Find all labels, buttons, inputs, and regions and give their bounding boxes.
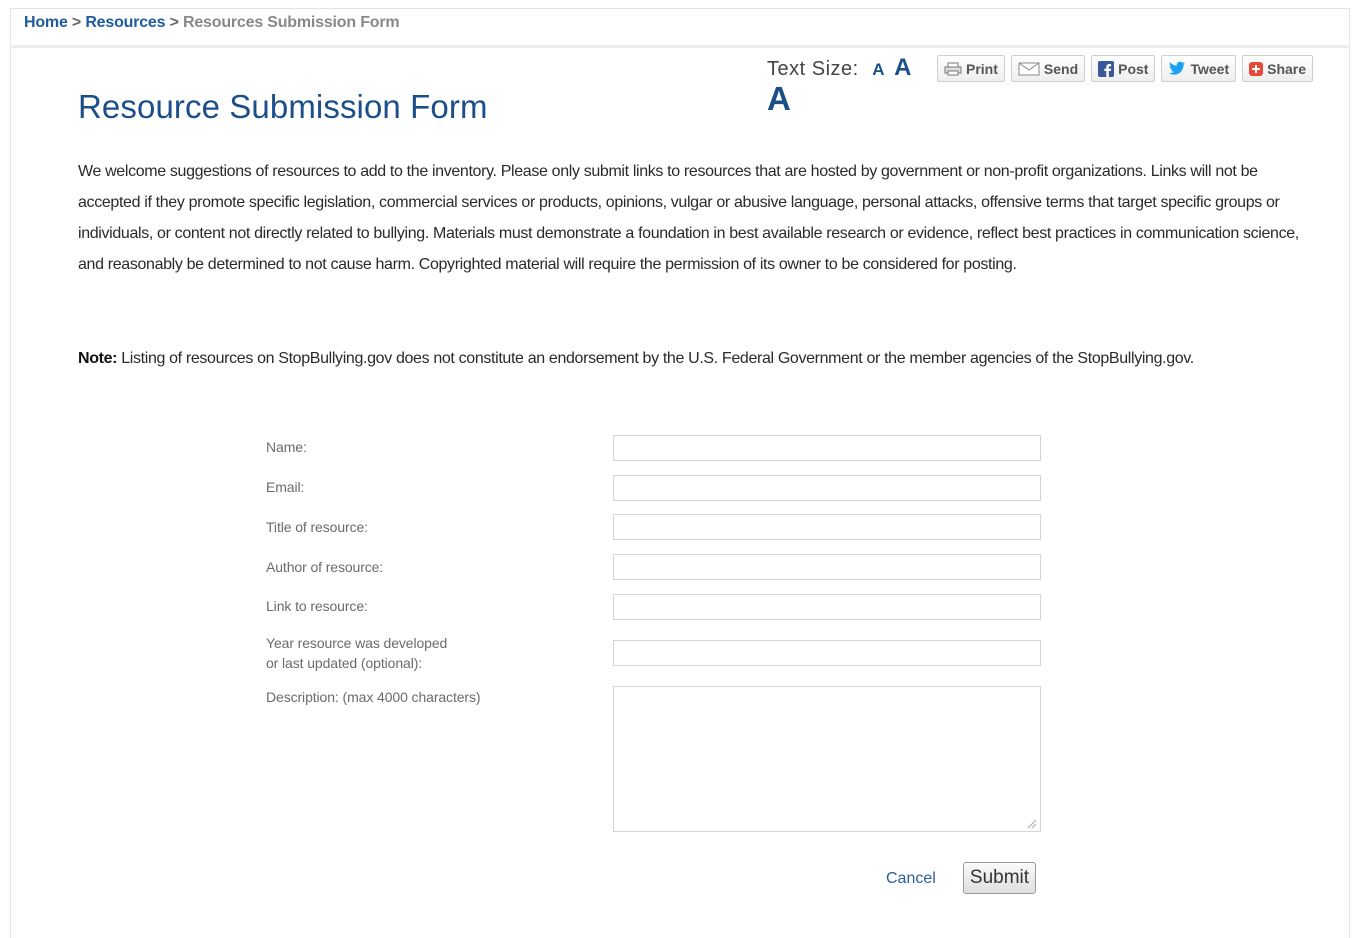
facebook-icon <box>1098 60 1115 77</box>
email-label: Email: <box>266 479 305 495</box>
share-plus-icon <box>1249 61 1264 76</box>
author-of-resource-label: Author of resource: <box>266 559 384 575</box>
note-paragraph: Note: Listing of resources on StopBullyi… <box>78 343 1278 374</box>
post-label: Post <box>1118 60 1149 77</box>
breadcrumb-home-link[interactable]: Home <box>24 14 68 31</box>
tweet-button[interactable]: Tweet <box>1161 55 1237 82</box>
breadcrumb-current: Resources Submission Form <box>183 14 400 31</box>
share-label: Share <box>1267 60 1307 77</box>
breadcrumb-resources-link[interactable]: Resources <box>85 14 165 31</box>
text-size-control: Text Size: A A A <box>767 54 911 117</box>
send-button[interactable]: Send <box>1010 55 1086 82</box>
resize-grip-icon[interactable] <box>1025 816 1037 829</box>
note-text: Listing of resources on StopBullying.gov… <box>117 350 1194 367</box>
post-button[interactable]: Post <box>1091 55 1156 82</box>
name-label: Name: <box>266 439 307 455</box>
twitter-bird-icon <box>1168 61 1186 76</box>
send-label: Send <box>1043 60 1079 77</box>
envelope-icon <box>1018 62 1040 76</box>
print-button[interactable]: Print <box>937 55 1005 82</box>
text-size-label: Text Size: <box>767 58 859 80</box>
breadcrumb-separator: > <box>71 14 82 31</box>
year-input[interactable] <box>613 640 1041 666</box>
link-to-resource-label: Link to resource: <box>266 598 368 614</box>
text-size-large-button[interactable]: A <box>767 80 791 118</box>
author-of-resource-input[interactable] <box>613 554 1041 580</box>
share-button[interactable]: Share <box>1242 55 1314 82</box>
name-input[interactable] <box>613 435 1041 461</box>
breadcrumb: Home > Resources > Resources Submission … <box>24 14 400 32</box>
year-label-line2: or last updated (optional): <box>266 655 423 671</box>
printer-icon <box>944 62 962 76</box>
note-label: Note: <box>78 350 118 367</box>
breadcrumb-bar: Home > Resources > Resources Submission … <box>10 8 1350 48</box>
cancel-link[interactable]: Cancel <box>886 870 936 888</box>
text-size-medium-button[interactable]: A <box>894 54 911 81</box>
title-of-resource-input[interactable] <box>613 514 1041 540</box>
print-label: Print <box>966 60 998 77</box>
description-label: Description: (max 4000 characters) <box>266 689 481 705</box>
link-to-resource-input[interactable] <box>613 594 1041 620</box>
submit-button[interactable]: Submit <box>963 862 1036 894</box>
text-size-small-button[interactable]: A <box>872 60 884 79</box>
intro-paragraph: We welcome suggestions of resources to a… <box>78 163 1299 273</box>
year-label: Year resource was developed or last upda… <box>266 633 447 673</box>
title-of-resource-label: Title of resource: <box>266 519 368 535</box>
email-input[interactable] <box>613 475 1041 501</box>
share-toolbar: Print Send Post Tweet Share <box>937 55 1314 82</box>
page-title: Resource Submission Form <box>78 88 488 125</box>
year-label-line1: Year resource was developed <box>266 635 448 651</box>
tweet-label: Tweet <box>1190 60 1230 77</box>
description-textarea[interactable] <box>613 686 1041 832</box>
breadcrumb-separator: > <box>169 14 179 31</box>
